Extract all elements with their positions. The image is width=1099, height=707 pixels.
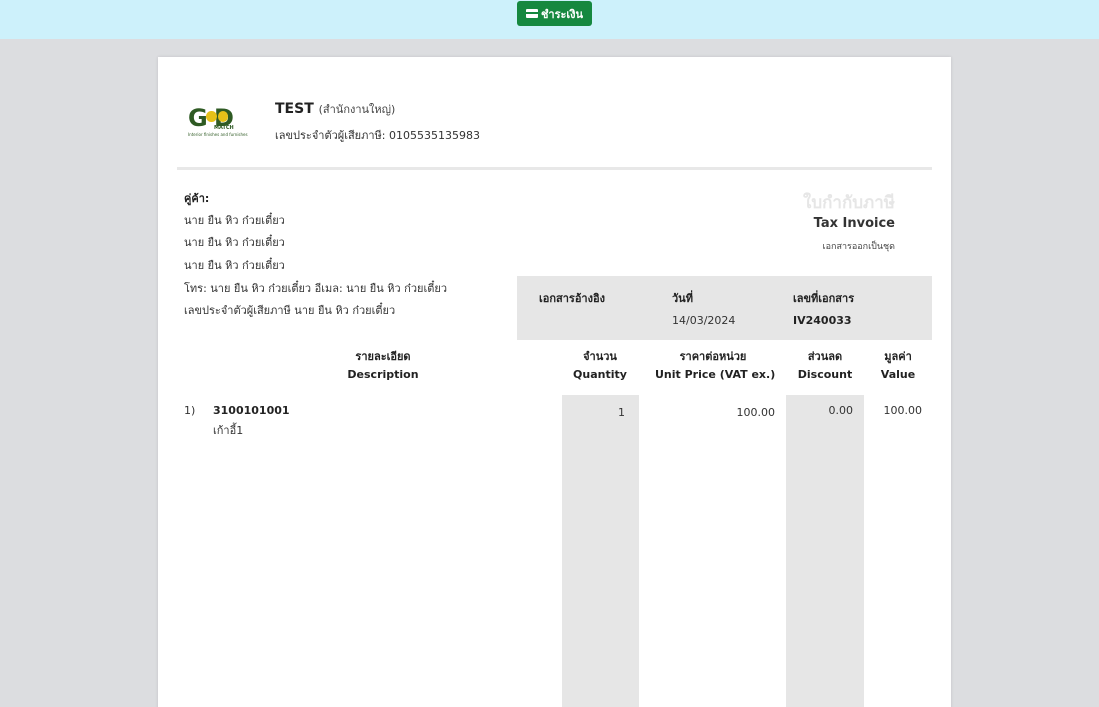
customer-address-2: นาย ยืน หิว ก๋วยเตี๋ยว — [184, 259, 285, 272]
discount-column-shade — [786, 395, 864, 707]
customer-name: นาย ยืน หิว ก๋วยเตี๋ยว — [184, 214, 285, 227]
header-value-en: Value — [880, 368, 916, 381]
quantity-column-shade — [562, 395, 639, 707]
document-number-label: เลขที่เอกสาร — [793, 292, 855, 305]
header-quantity-en: Quantity — [573, 368, 627, 381]
header-unit-price-en: Unit Price (VAT ex.) — [655, 368, 776, 381]
header-divider — [177, 167, 932, 170]
company-name: TEST (สำนักงานใหญ่) — [275, 100, 395, 118]
row-product-name: เก้าอี้1 — [213, 424, 244, 437]
document-title-english: Tax Invoice — [813, 216, 895, 231]
customer-address-1: นาย ยืน หิว ก๋วยเตี๋ยว — [184, 236, 285, 249]
customer-tax-id: เลขประจำตัวผู้เสียภาษี นาย ยืน หิว ก๋วยเ… — [184, 304, 396, 317]
date-value: 14/03/2024 — [672, 314, 736, 327]
top-bar: ชำระเงิน — [0, 0, 1099, 39]
company-logo: G D MATCH Interior finishes and furnishe… — [188, 102, 260, 142]
header-discount-en: Discount — [797, 368, 853, 381]
customer-title: คู่ค้า: — [184, 192, 210, 205]
document-meta-box — [517, 276, 932, 340]
company-tax-id: เลขประจำตัวผู้เสียภาษี: 0105535135983 — [275, 129, 480, 142]
pay-button-label: ชำระเงิน — [540, 7, 584, 21]
document-number-value: IV240033 — [793, 314, 852, 327]
row-discount: 0.00 — [828, 404, 854, 417]
credit-card-icon — [525, 9, 538, 18]
header-quantity-th: จำนวน — [583, 350, 617, 363]
reference-label: เอกสารอ้างอิง — [539, 292, 605, 305]
row-quantity: 1 — [618, 406, 625, 419]
header-discount-th: ส่วนลด — [807, 350, 843, 363]
logo-sub: MATCH — [214, 125, 234, 131]
header-description-en: Description — [347, 368, 419, 381]
document-set-note: เอกสารออกเป็นชุด — [822, 242, 895, 252]
row-index: 1) — [184, 404, 196, 417]
logo-circles — [206, 111, 228, 123]
company-branch: (สำนักงานใหญ่) — [318, 103, 396, 116]
company-name-text: TEST — [275, 101, 314, 117]
header-value-th: มูลค่า — [884, 350, 912, 363]
logo-tagline: Interior finishes and furnishes — [188, 132, 248, 137]
date-label: วันที่ — [672, 292, 693, 305]
row-value: 100.00 — [883, 404, 923, 417]
invoice-sheet: G D MATCH Interior finishes and furnishe… — [158, 57, 951, 707]
header-description-th: รายละเอียด — [355, 350, 411, 363]
row-product-code: 3100101001 — [213, 404, 290, 417]
row-unit-price: 100.00 — [736, 406, 776, 419]
header-unit-price-th: ราคาต่อหน่วย — [679, 350, 747, 363]
customer-contact: โทร: นาย ยืน หิว ก๋วยเตี๋ยว อีเมล: นาย ย… — [184, 282, 447, 295]
pay-button[interactable]: ชำระเงิน — [517, 1, 592, 26]
document-title-thai: ใบกำกับภาษี — [803, 193, 895, 213]
